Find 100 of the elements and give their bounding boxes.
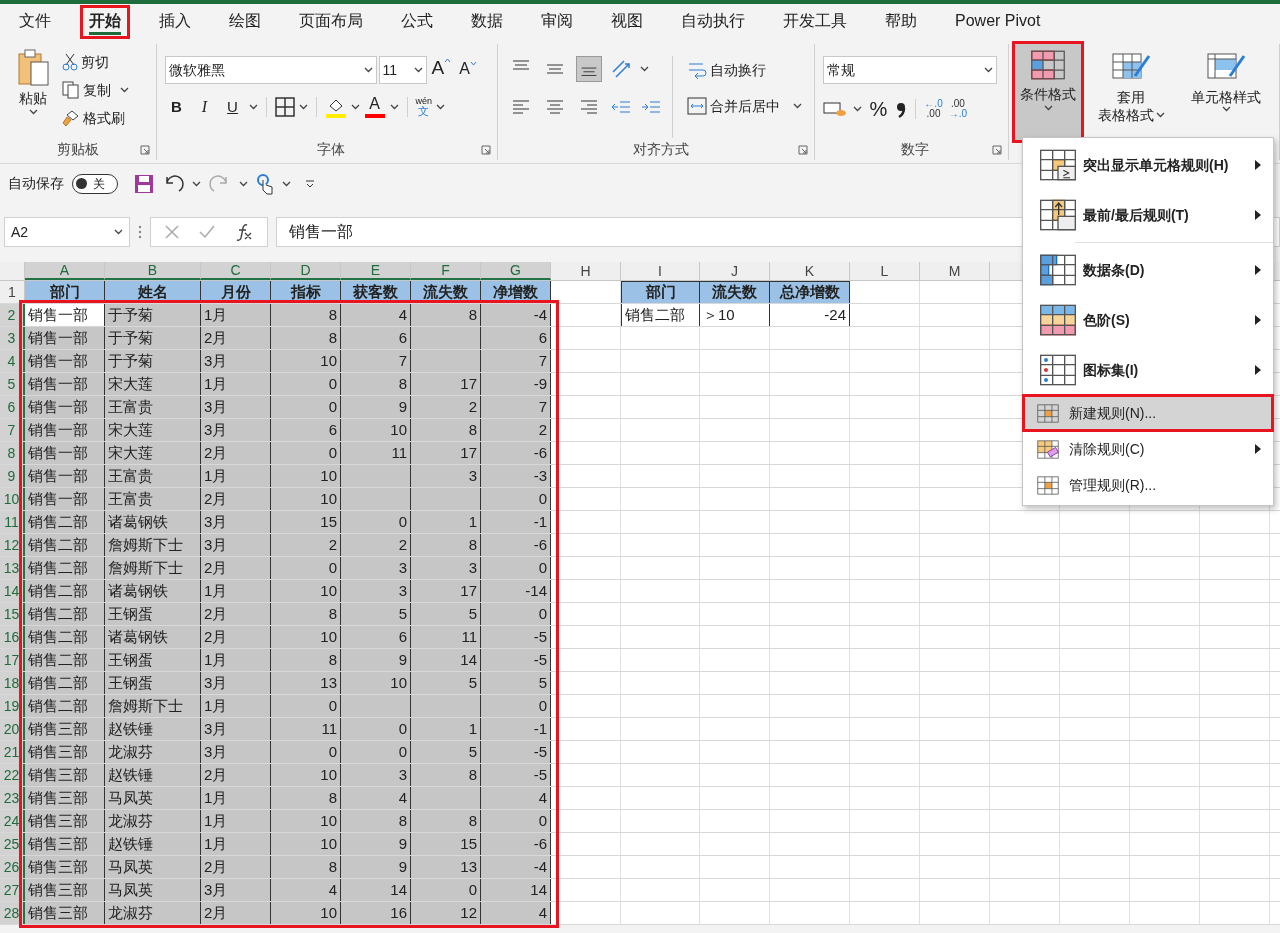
table-cell: 8 <box>271 603 341 625</box>
table-cell: 9 <box>341 856 411 878</box>
table-cell: 马凤英 <box>105 879 201 901</box>
table-cell: 3 <box>341 764 411 786</box>
table-cell: 于予菊 <box>105 350 201 372</box>
header-cell: 流失数 <box>411 281 481 303</box>
table-cell: 2月 <box>201 442 271 464</box>
table-cell: 0 <box>341 718 411 740</box>
table-cell: 5 <box>481 672 551 694</box>
table-cell: 2月 <box>201 603 271 625</box>
table-cell: 销售一部 <box>25 373 105 395</box>
table-cell: 8 <box>341 810 411 832</box>
group-label: 剪贴板 <box>56 139 99 159</box>
table-cell: 0 <box>481 810 551 832</box>
table-cell: -4 <box>481 856 551 878</box>
table-cell: 11 <box>341 442 411 464</box>
table-cell: -9 <box>481 373 551 395</box>
table-cell: 13 <box>411 856 481 878</box>
table-cell: 10 <box>271 350 341 372</box>
table-cell: 2月 <box>201 856 271 878</box>
table-cell: 2 <box>481 419 551 441</box>
table-cell: 6 <box>271 419 341 441</box>
table-cell: -6 <box>481 442 551 464</box>
table-cell: 王钢蛋 <box>105 649 201 671</box>
table-cell: 王富贵 <box>105 488 201 510</box>
table-cell: 于予菊 <box>105 327 201 349</box>
table-cell: 8 <box>271 787 341 809</box>
table-cell: 王富贵 <box>105 396 201 418</box>
table-cell: 1月 <box>201 787 271 809</box>
table-cell: 5 <box>411 741 481 763</box>
table-cell: -14 <box>481 580 551 602</box>
table-cell: 2月 <box>201 764 271 786</box>
table-cell: 5 <box>341 603 411 625</box>
table-cell: 赵铁锤 <box>105 718 201 740</box>
group-label: 数字 <box>901 139 930 159</box>
table-cell: 8 <box>411 810 481 832</box>
table-cell: 2月 <box>201 327 271 349</box>
table-cell: 10 <box>271 580 341 602</box>
table-cell: 10 <box>341 419 411 441</box>
table-cell: 7 <box>341 350 411 372</box>
table-cell: 销售一部 <box>25 488 105 510</box>
table-cell: 马凤英 <box>105 856 201 878</box>
table-cell: 15 <box>411 833 481 855</box>
table-cell: 11 <box>411 626 481 648</box>
table-cell: 10 <box>271 764 341 786</box>
table-cell: 2月 <box>201 557 271 579</box>
table-cell: 6 <box>481 327 551 349</box>
table-cell: 3月 <box>201 672 271 694</box>
table-cell: 9 <box>341 833 411 855</box>
table-cell: 4 <box>481 787 551 809</box>
table-cell: 销售三部 <box>25 741 105 763</box>
table-cell: 4 <box>341 787 411 809</box>
table-cell: 4 <box>341 304 411 326</box>
table-cell: 销售三部 <box>25 718 105 740</box>
table-cell: 于予菊 <box>105 304 201 326</box>
table-cell: 詹姆斯下士 <box>105 695 201 717</box>
table-cell: 0 <box>481 488 551 510</box>
table-cell: 3月 <box>201 396 271 418</box>
table-cell: 1月 <box>201 304 271 326</box>
table-cell: 3月 <box>201 350 271 372</box>
table-cell: 10 <box>341 672 411 694</box>
table-cell: -5 <box>481 741 551 763</box>
table-cell: 8 <box>271 327 341 349</box>
table-cell: 销售三部 <box>25 902 105 924</box>
table-cell: 3 <box>341 580 411 602</box>
table-cell: 3月 <box>201 511 271 533</box>
table-cell: 销售二部 <box>25 534 105 556</box>
table-cell: 8 <box>411 764 481 786</box>
table-cell: 0 <box>341 511 411 533</box>
group-label: 对齐方式 <box>632 139 689 159</box>
table-cell: 2 <box>411 396 481 418</box>
table-cell: 1月 <box>201 373 271 395</box>
table-cell: 14 <box>411 649 481 671</box>
table-cell: 1月 <box>201 465 271 487</box>
table-cell: 1 <box>411 718 481 740</box>
table-cell: 10 <box>271 833 341 855</box>
header-cell: 月份 <box>201 281 271 303</box>
table-cell: 0 <box>271 396 341 418</box>
table-cell: 销售一部 <box>25 304 105 326</box>
header-cell: 部门 <box>621 281 700 303</box>
table-cell: 6 <box>341 327 411 349</box>
table-cell: 销售一部 <box>25 442 105 464</box>
table-cell: -5 <box>481 626 551 648</box>
table-cell: 宋大莲 <box>105 373 201 395</box>
table-cell: 14 <box>481 879 551 901</box>
table-cell: 0 <box>271 695 341 717</box>
table-cell: 17 <box>411 373 481 395</box>
table-cell: 销售二部 <box>621 304 700 326</box>
header-cell: 姓名 <box>105 281 201 303</box>
table-cell: 销售一部 <box>25 419 105 441</box>
table-cell: 5 <box>411 603 481 625</box>
table-cell: 17 <box>411 580 481 602</box>
table-cell: 3 <box>341 557 411 579</box>
table-cell: 宋大莲 <box>105 442 201 464</box>
table-cell: 销售三部 <box>25 787 105 809</box>
table-cell: 12 <box>411 902 481 924</box>
table-cell: 销售三部 <box>25 879 105 901</box>
table-cell: 龙淑芬 <box>105 810 201 832</box>
table-cell: 3 <box>411 465 481 487</box>
table-cell: 8 <box>411 534 481 556</box>
